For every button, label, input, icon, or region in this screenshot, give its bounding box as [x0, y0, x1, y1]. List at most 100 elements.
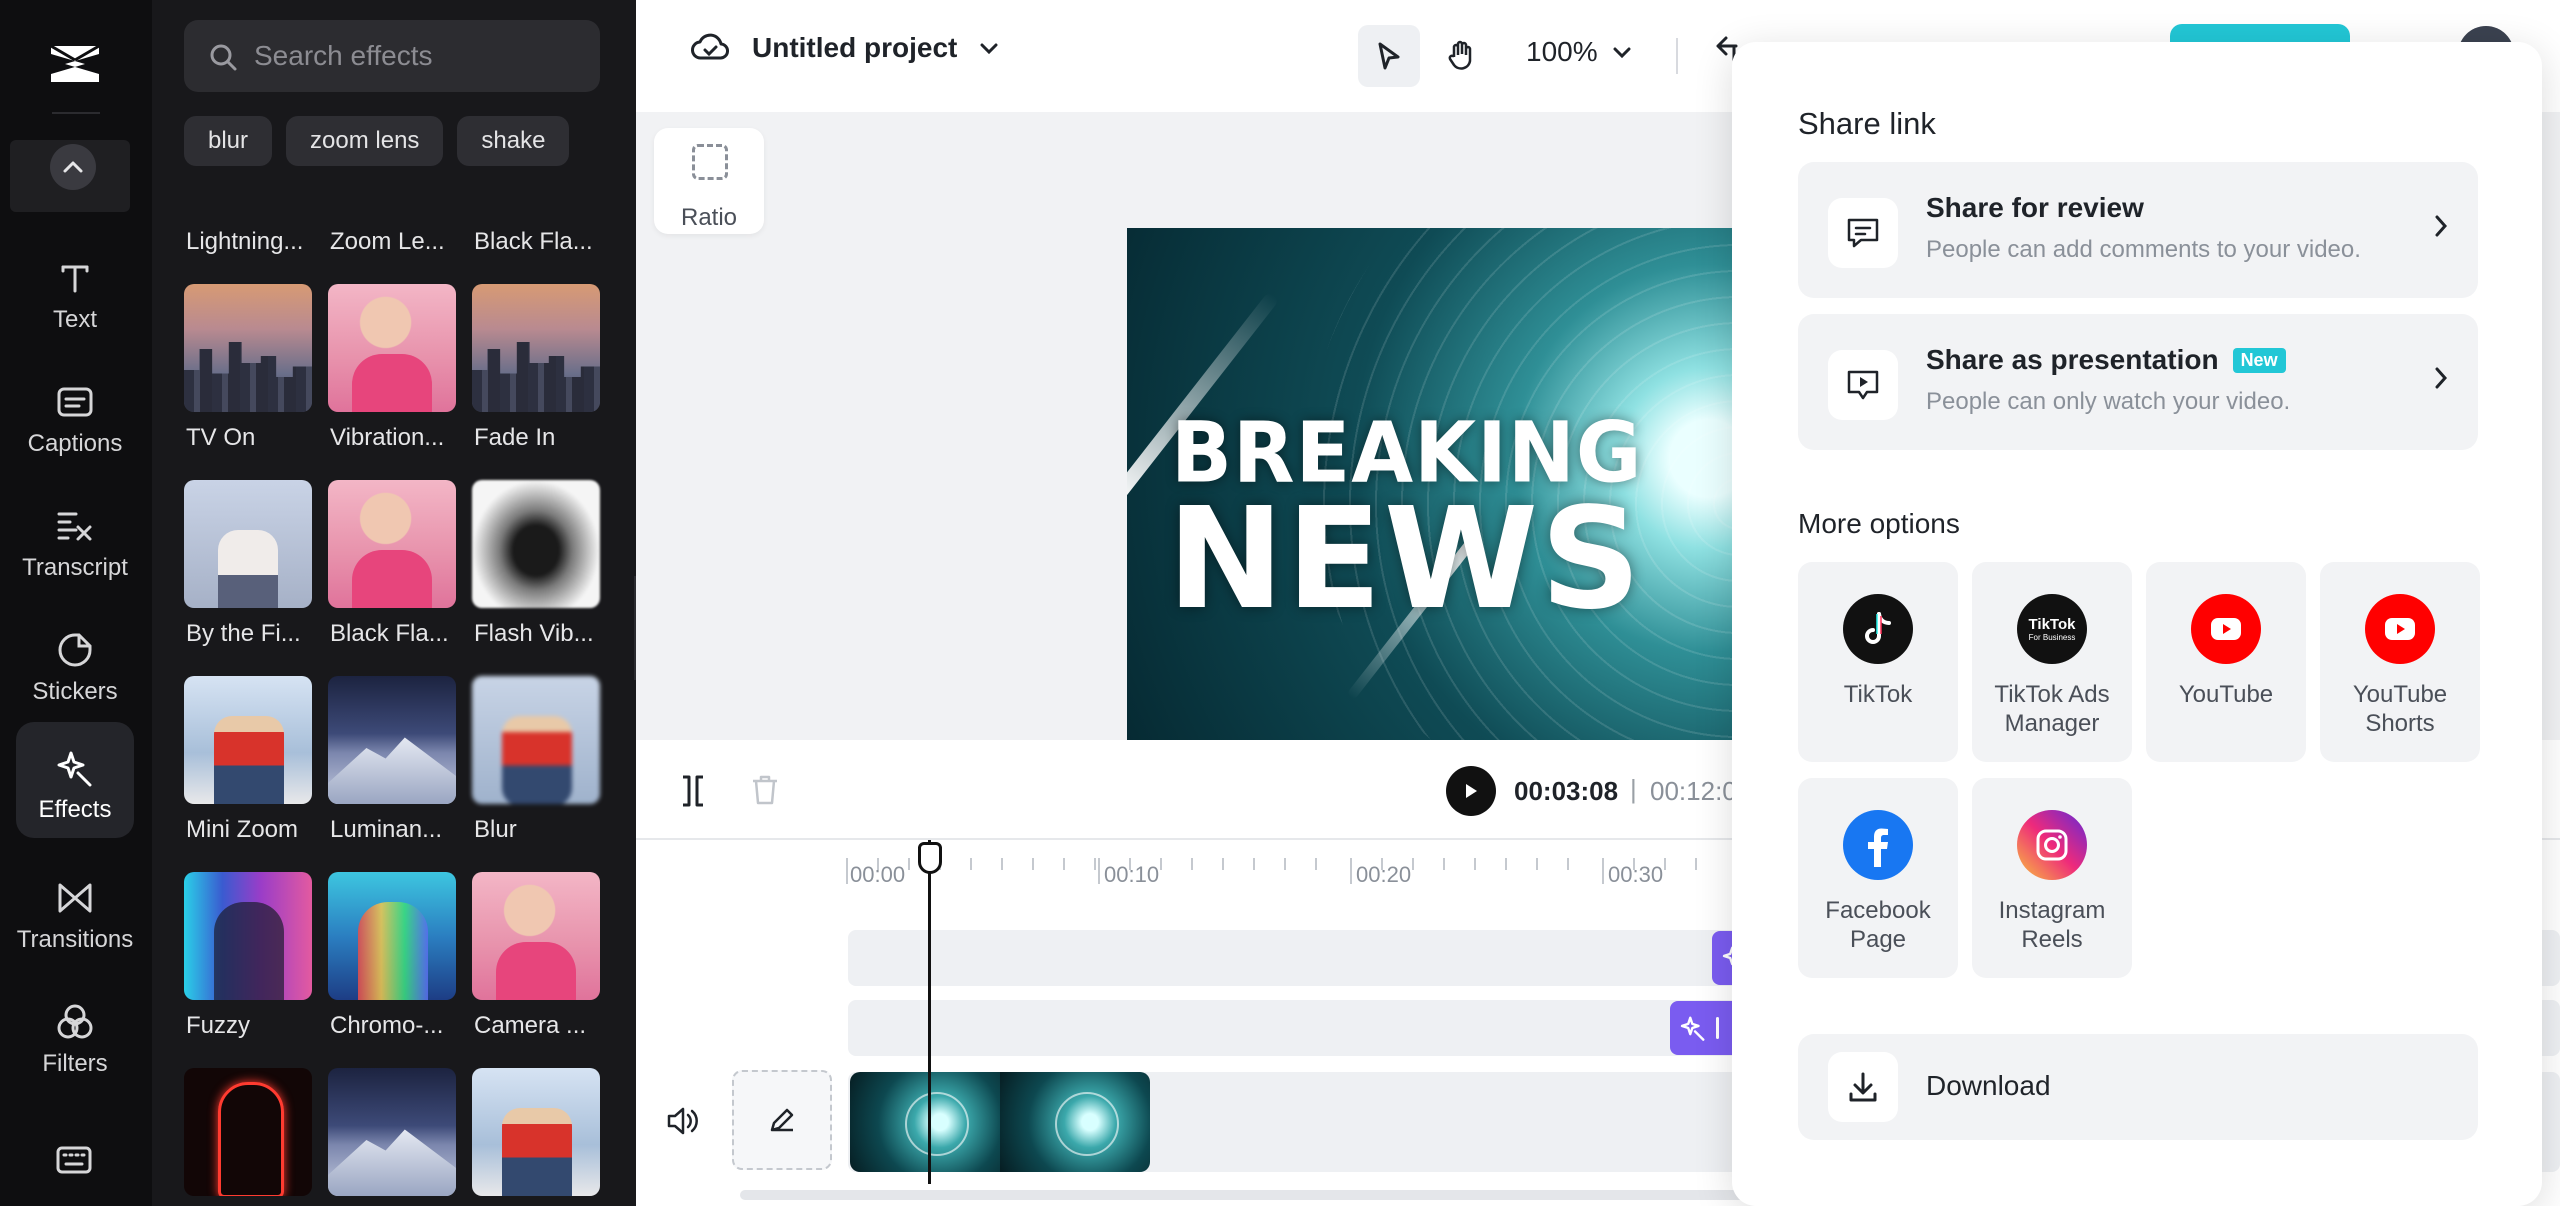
share-for-review-option[interactable]: Share for review People can add comments…	[1798, 162, 2478, 298]
clip-handle[interactable]	[1716, 1017, 1719, 1039]
search-input[interactable]	[254, 20, 584, 92]
effect-label: TV On	[186, 424, 256, 451]
capcut-logo-icon[interactable]	[45, 36, 105, 92]
play-button[interactable]	[1446, 766, 1496, 816]
effects-icon	[1680, 1016, 1705, 1041]
share-tiktok-option[interactable]: TikTok	[1798, 562, 1958, 762]
search-box[interactable]	[184, 20, 600, 92]
rail-item-filters[interactable]: Filters	[16, 976, 134, 1092]
share-instagram-reels-option[interactable]: Instagram Reels	[1972, 778, 2132, 978]
playhead-handle[interactable]	[918, 842, 942, 874]
share-presentation-title-text: Share as presentation	[1926, 344, 2219, 375]
option-label: YouTube Shorts	[2352, 681, 2448, 737]
share-presentation-title: Share as presentation New	[1926, 344, 2286, 376]
tiktok-ads-logo-text: TikTok	[2028, 615, 2076, 633]
ruler-tick	[908, 858, 910, 870]
option-label: Facebook Page	[1825, 897, 1931, 953]
chip-shake[interactable]: shake	[457, 116, 570, 166]
rail-divider	[52, 112, 100, 114]
mute-button[interactable]	[666, 1106, 700, 1141]
effect-thumbnail	[328, 480, 456, 608]
effect-thumbnail	[472, 480, 600, 608]
select-tool-button[interactable]	[1358, 25, 1420, 87]
time-separator: |	[1630, 774, 1637, 804]
cloud-icon	[691, 33, 729, 60]
ruler-tick	[1253, 858, 1255, 870]
ruler-label: 00:20	[1356, 862, 1412, 887]
effect-label: Luminan...	[330, 816, 443, 843]
tiktok-ads-logo-sub: For Business	[2028, 632, 2076, 642]
rail-item-transitions[interactable]: Transitions	[16, 852, 134, 968]
project-menu[interactable]: Untitled project	[690, 32, 999, 64]
chevron-right-icon	[2434, 214, 2448, 243]
ruler-label: 00:30	[1608, 862, 1664, 887]
video-clip[interactable]	[850, 1072, 1150, 1172]
effect-label: Zoom Le...	[330, 228, 445, 255]
ruler-tick	[1063, 858, 1065, 870]
split-button[interactable]	[680, 774, 706, 813]
rail-item-captions[interactable]: Captions	[16, 356, 134, 472]
ruler-tick	[1350, 858, 1352, 884]
rail-item-text[interactable]: Text	[16, 232, 134, 348]
new-badge: New	[2232, 347, 2286, 373]
effect-label: Vibration...	[330, 424, 445, 451]
ratio-button[interactable]: Ratio	[654, 128, 764, 234]
share-link-heading: Share link	[1798, 106, 1936, 141]
effect-label: Black Fla...	[330, 620, 449, 647]
effects-panel-header: blur zoom lens shake	[152, 0, 636, 208]
stickers-icon	[16, 630, 134, 670]
option-label: TikTok Ads Manager	[1994, 681, 2110, 737]
share-facebook-page-option[interactable]: Facebook Page	[1798, 778, 1958, 978]
keyboard-icon[interactable]	[56, 1146, 92, 1179]
share-as-presentation-option[interactable]: Share as presentation New People can onl…	[1798, 314, 2478, 450]
tiktok-ads-icon: TikTok For Business	[2017, 594, 2087, 664]
chevron-down-icon	[1613, 47, 1631, 58]
edit-cover-button[interactable]	[732, 1070, 832, 1170]
ruler-tick	[970, 858, 972, 870]
delete-button[interactable]	[750, 774, 780, 811]
effect-thumbnail	[184, 284, 312, 412]
ruler-tick	[1160, 858, 1162, 870]
ruler-tick	[1695, 858, 1697, 870]
clip-frame	[850, 1072, 1000, 1172]
ruler-tick	[1443, 858, 1445, 870]
share-tiktok-ads-option[interactable]: TikTok For Business TikTok Ads Manager	[1972, 562, 2132, 762]
rail-item-label: Text	[52, 306, 97, 333]
scroll-up-button[interactable]	[50, 144, 96, 190]
share-youtube-option[interactable]: YouTube	[2146, 562, 2306, 762]
effect-label: Chromo-...	[330, 1012, 444, 1039]
search-icon	[208, 42, 238, 77]
comment-icon	[1828, 198, 1898, 268]
captions-icon	[16, 382, 134, 422]
effect-label: Black Fla...	[474, 228, 593, 255]
download-icon	[1828, 1052, 1898, 1122]
effect-thumbnail	[184, 872, 312, 1000]
download-option[interactable]: Download	[1798, 1034, 2478, 1140]
youtube-icon	[2191, 594, 2261, 664]
chip-blur[interactable]: blur	[184, 116, 273, 166]
effect-thumbnail	[472, 284, 600, 412]
rail-item-label: Captions	[27, 430, 123, 457]
effect-thumbnail	[328, 1068, 456, 1196]
rail-item-transcript[interactable]: Transcript	[16, 480, 134, 596]
chevron-down-icon	[980, 43, 998, 54]
facebook-icon	[1843, 810, 1913, 880]
chip-zoom-lens[interactable]: zoom lens	[286, 116, 444, 166]
hand-icon	[1448, 40, 1472, 70]
instagram-icon	[2017, 810, 2087, 880]
ratio-icon	[692, 144, 728, 180]
filter-chips: blur zoom lens shake	[184, 116, 570, 166]
share-review-title: Share for review	[1926, 192, 2144, 224]
pointer-icon	[1378, 42, 1400, 70]
zoom-select[interactable]: 100%	[1526, 36, 1632, 68]
hand-tool-button[interactable]	[1430, 25, 1492, 87]
rail-item-effects[interactable]: Effects	[16, 722, 134, 838]
rail-item-label: Effects	[38, 796, 112, 823]
share-youtube-shorts-option[interactable]: YouTube Shorts	[2320, 562, 2480, 762]
playhead[interactable]	[928, 840, 931, 1184]
video-preview[interactable]: BREAKING NEWS	[1127, 228, 1739, 740]
rail-item-stickers[interactable]: Stickers	[16, 604, 134, 720]
ruler-tick	[1001, 858, 1003, 870]
zoom-value: 100%	[1526, 36, 1598, 67]
effect-label: By the Fi...	[186, 620, 301, 647]
